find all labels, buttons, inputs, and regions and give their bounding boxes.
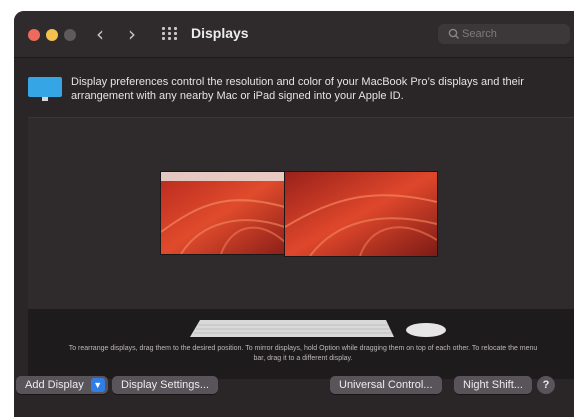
menu-bar-indicator[interactable] xyxy=(161,172,285,181)
add-display-button[interactable]: Add Display ▼ xyxy=(16,376,108,394)
wallpaper-image xyxy=(285,172,437,256)
display-icon xyxy=(28,77,62,101)
display-settings-button[interactable]: Display Settings... xyxy=(112,376,219,394)
search-input[interactable]: Search xyxy=(438,24,570,44)
forward-icon[interactable]: › xyxy=(128,23,136,45)
minimize-button[interactable] xyxy=(46,29,58,41)
help-button[interactable]: ? xyxy=(537,376,555,394)
night-shift-button[interactable]: Night Shift... xyxy=(454,376,532,394)
window-title: Displays xyxy=(191,25,249,41)
display-thumbnail-secondary[interactable] xyxy=(284,171,438,257)
accessories-area: To rearrange displays, drag them to the … xyxy=(28,309,574,379)
system-preferences-window: ‹ › Displays Search Display preferences … xyxy=(14,11,574,417)
mouse-icon xyxy=(406,323,446,337)
search-placeholder: Search xyxy=(462,28,497,40)
titlebar: ‹ › Displays Search xyxy=(14,11,574,58)
add-display-label: Add Display xyxy=(25,379,84,391)
chevron-down-icon[interactable]: ▼ xyxy=(90,378,105,392)
keyboard-icon xyxy=(190,320,446,337)
info-text: Display preferences control the resoluti… xyxy=(71,76,524,102)
universal-control-button[interactable]: Universal Control... xyxy=(330,376,442,394)
grid-icon[interactable] xyxy=(162,27,178,41)
wallpaper-image xyxy=(161,172,285,254)
back-icon[interactable]: ‹ xyxy=(96,23,104,45)
zoom-button[interactable] xyxy=(64,29,76,41)
arrangement-hint: To rearrange displays, drag them to the … xyxy=(68,345,538,362)
search-icon xyxy=(448,28,459,39)
display-thumbnail-main[interactable] xyxy=(160,171,286,255)
display-arrangement-area[interactable] xyxy=(28,117,574,310)
close-button[interactable] xyxy=(28,29,40,41)
